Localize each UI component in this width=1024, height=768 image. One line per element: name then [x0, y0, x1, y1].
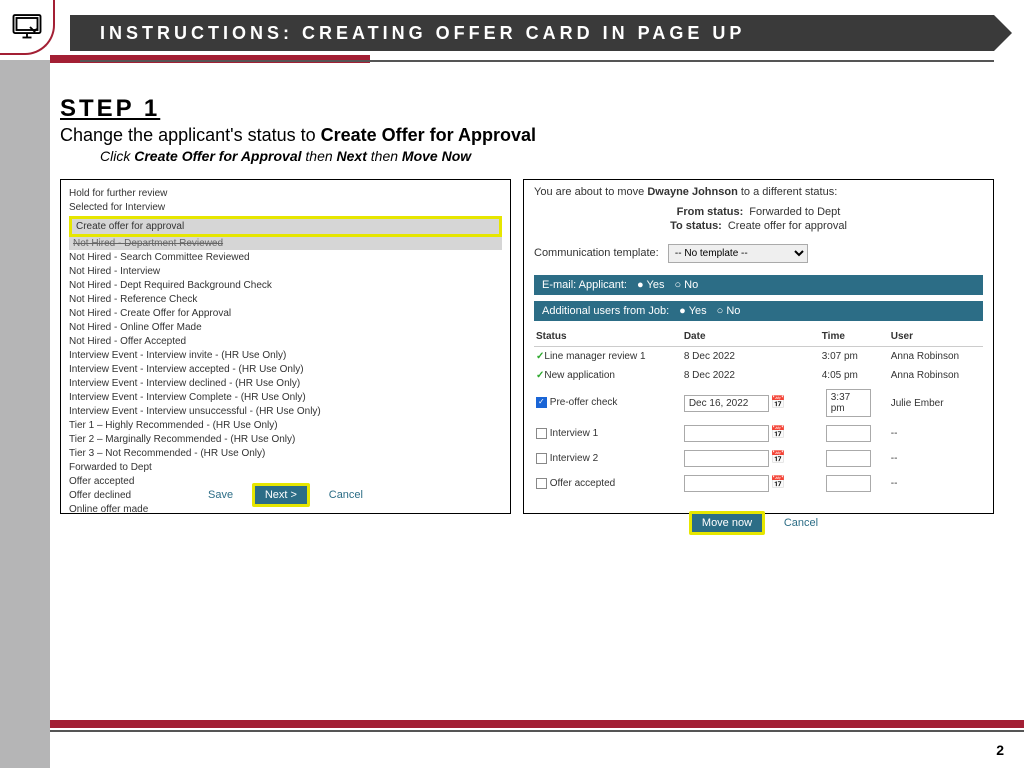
monitor-icon [0, 0, 55, 55]
move-now-button[interactable]: Move now [689, 511, 765, 535]
status-option[interactable]: Not Hired - Create Offer for Approval [69, 306, 502, 320]
time-input[interactable] [826, 450, 871, 467]
email-yes-radio[interactable]: ● Yes [637, 279, 664, 291]
footer-gray-line [50, 730, 1024, 732]
status-select-panel: Hold for further reviewSelected for Inte… [60, 179, 511, 514]
status-option[interactable]: Tier 3 – Not Recommended - (HR Use Only) [69, 446, 502, 460]
row-checkbox[interactable] [536, 453, 547, 464]
move-intro: You are about to move Dwayne Johnson to … [534, 186, 983, 198]
email-applicant-bar: E-mail: Applicant: ● Yes ○ No [534, 275, 983, 295]
row-checkbox[interactable] [536, 397, 547, 408]
date-input[interactable] [684, 450, 769, 467]
email-no-radio[interactable]: ○ No [674, 279, 698, 291]
status-option[interactable]: Interview Event - Interview accepted - (… [69, 362, 502, 376]
status-option[interactable]: Not Hired - Search Committee Reviewed [69, 250, 502, 264]
table-row: Interview 2 📅 -- [534, 446, 983, 471]
status-option[interactable]: Selected for Interview [69, 200, 502, 214]
status-option-highlighted[interactable]: Create offer for approval [69, 216, 502, 237]
header-gray-underline [80, 60, 994, 62]
step-description: Change the applicant's status to Create … [60, 125, 994, 146]
status-option[interactable]: Interview Event - Interview Complete - (… [69, 390, 502, 404]
left-panel-footer: Save Next > Cancel [61, 483, 510, 507]
step-label: STEP 1 [60, 95, 994, 123]
status-history-table: Status Date Time User ✓Line manager revi… [534, 327, 983, 496]
status-option[interactable]: Interview Event - Interview invite - (HR… [69, 348, 502, 362]
status-option[interactable]: Not Hired - Dept Required Background Che… [69, 278, 502, 292]
next-button[interactable]: Next > [252, 483, 310, 507]
status-option[interactable]: Interview Event - Interview unsuccessful… [69, 404, 502, 418]
status-option[interactable]: Not Hired - Interview [69, 264, 502, 278]
addl-no-radio[interactable]: ○ No [717, 305, 741, 317]
header-bar: INSTRUCTIONS: CREATING OFFER CARD IN PAG… [70, 15, 994, 51]
time-input[interactable] [826, 425, 871, 442]
calendar-icon[interactable]: 📅 [771, 475, 786, 489]
table-row: ✓Line manager review 18 Dec 20223:07 pmA… [534, 347, 983, 367]
status-option[interactable]: Hold for further review [69, 186, 502, 200]
cancel-button[interactable]: Cancel [774, 514, 828, 532]
left-gray-band [0, 60, 50, 768]
table-row: Interview 1 📅 -- [534, 421, 983, 446]
calendar-icon[interactable]: 📅 [771, 395, 786, 409]
page-number: 2 [996, 742, 1004, 758]
status-option[interactable]: Not Hired - Online Offer Made [69, 320, 502, 334]
date-input[interactable]: Dec 16, 2022 [684, 395, 769, 412]
table-row: Offer accepted 📅 -- [534, 471, 983, 496]
footer-red-bar [50, 720, 1024, 728]
calendar-icon[interactable]: 📅 [771, 450, 786, 464]
addl-yes-radio[interactable]: ● Yes [679, 305, 706, 317]
content: STEP 1 Change the applicant's status to … [60, 95, 994, 514]
to-status-row: To status:Create offer for approval [534, 220, 983, 232]
calendar-icon[interactable]: 📅 [771, 425, 786, 439]
header-title: INSTRUCTIONS: CREATING OFFER CARD IN PAG… [100, 23, 745, 44]
additional-users-bar: Additional users from Job: ● Yes ○ No [534, 301, 983, 321]
table-row: ✓New application8 Dec 20224:05 pmAnna Ro… [534, 366, 983, 385]
table-row: Pre-offer checkDec 16, 2022📅3:37 pmJulie… [534, 385, 983, 421]
status-option[interactable]: Tier 1 – Highly Recommended - (HR Use On… [69, 418, 502, 432]
status-option[interactable]: Forwarded to Dept [69, 460, 502, 474]
row-checkbox[interactable] [536, 428, 547, 439]
status-option[interactable]: Interview Event - Interview declined - (… [69, 376, 502, 390]
cancel-button[interactable]: Cancel [319, 486, 373, 504]
communication-template-select[interactable]: -- No template -- [668, 244, 808, 263]
date-input[interactable] [684, 425, 769, 442]
save-button[interactable]: Save [198, 486, 243, 504]
communication-template-row: Communication template: -- No template -… [534, 244, 983, 263]
from-status-row: From status:Forwarded to Dept [534, 206, 983, 218]
status-option[interactable]: Not Hired - Offer Accepted [69, 334, 502, 348]
date-input[interactable] [684, 475, 769, 492]
step-sub-instruction: Click Create Offer for Approval then Nex… [100, 148, 994, 164]
time-input[interactable] [826, 475, 871, 492]
status-option[interactable]: Not Hired - Department Reviewed [69, 237, 502, 250]
status-option[interactable]: Not Hired - Reference Check [69, 292, 502, 306]
status-option[interactable]: Tier 2 – Marginally Recommended - (HR Us… [69, 432, 502, 446]
row-checkbox[interactable] [536, 478, 547, 489]
time-input[interactable]: 3:37 pm [826, 389, 871, 417]
move-status-panel: You are about to move Dwayne Johnson to … [523, 179, 994, 514]
right-panel-footer: Move now Cancel [534, 511, 983, 535]
